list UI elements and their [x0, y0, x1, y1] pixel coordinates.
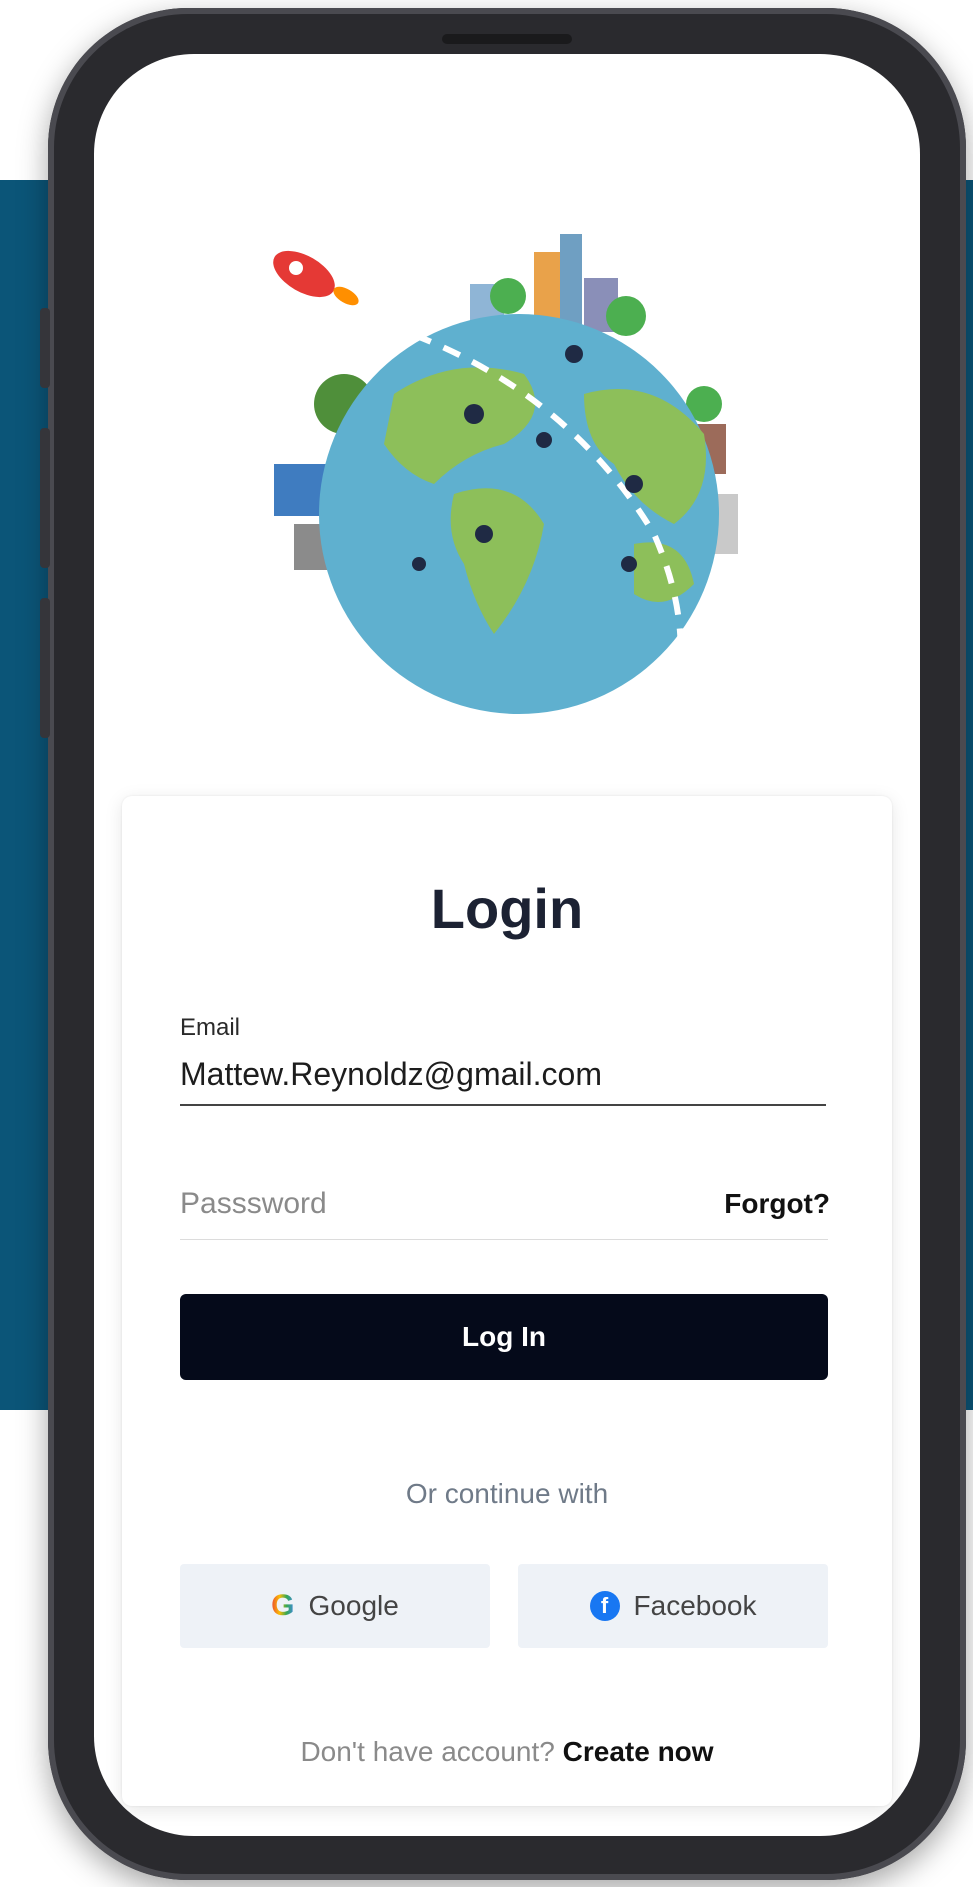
facebook-icon: f: [589, 1591, 620, 1621]
forgot-password-link[interactable]: Forgot?: [724, 1188, 830, 1220]
password-underline: [180, 1239, 828, 1240]
globe-icon: [273, 234, 738, 714]
phone-screen: Login Email Forgot? Log In Or continue w…: [94, 54, 920, 1836]
google-button-label: Google: [308, 1590, 399, 1621]
continue-with-text: Or continue with: [405, 1478, 609, 1509]
signup-row: Don't have account? Create now: [122, 1736, 892, 1768]
phone-volume-down-button: [40, 598, 50, 738]
phone-frame: Login Email Forgot? Log In Or continue w…: [40, 8, 966, 1880]
phone-mute-button: [40, 308, 50, 388]
signup-prompt: Don't have account?: [300, 1736, 555, 1767]
phone-speaker: [442, 34, 572, 44]
globe-illustration: [234, 204, 794, 764]
facebook-login-button[interactable]: f Facebook: [518, 1564, 828, 1648]
rocket-icon: [273, 250, 359, 306]
password-field[interactable]: [180, 1174, 700, 1234]
facebook-button-label: Facebook: [633, 1590, 757, 1621]
google-login-button[interactable]: G Google: [180, 1564, 490, 1648]
google-icon: G: [271, 1589, 295, 1622]
email-label: Email: [180, 1014, 241, 1041]
login-button[interactable]: Log In: [180, 1294, 828, 1380]
create-account-link[interactable]: Create now: [563, 1736, 714, 1767]
page-title: Login: [430, 877, 584, 940]
device-mockup-stage: Login Email Forgot? Log In Or continue w…: [0, 0, 973, 1887]
login-card: Login Email Forgot? Log In Or continue w…: [122, 796, 892, 1806]
email-field[interactable]: [180, 1044, 826, 1106]
phone-volume-up-button: [40, 428, 50, 568]
